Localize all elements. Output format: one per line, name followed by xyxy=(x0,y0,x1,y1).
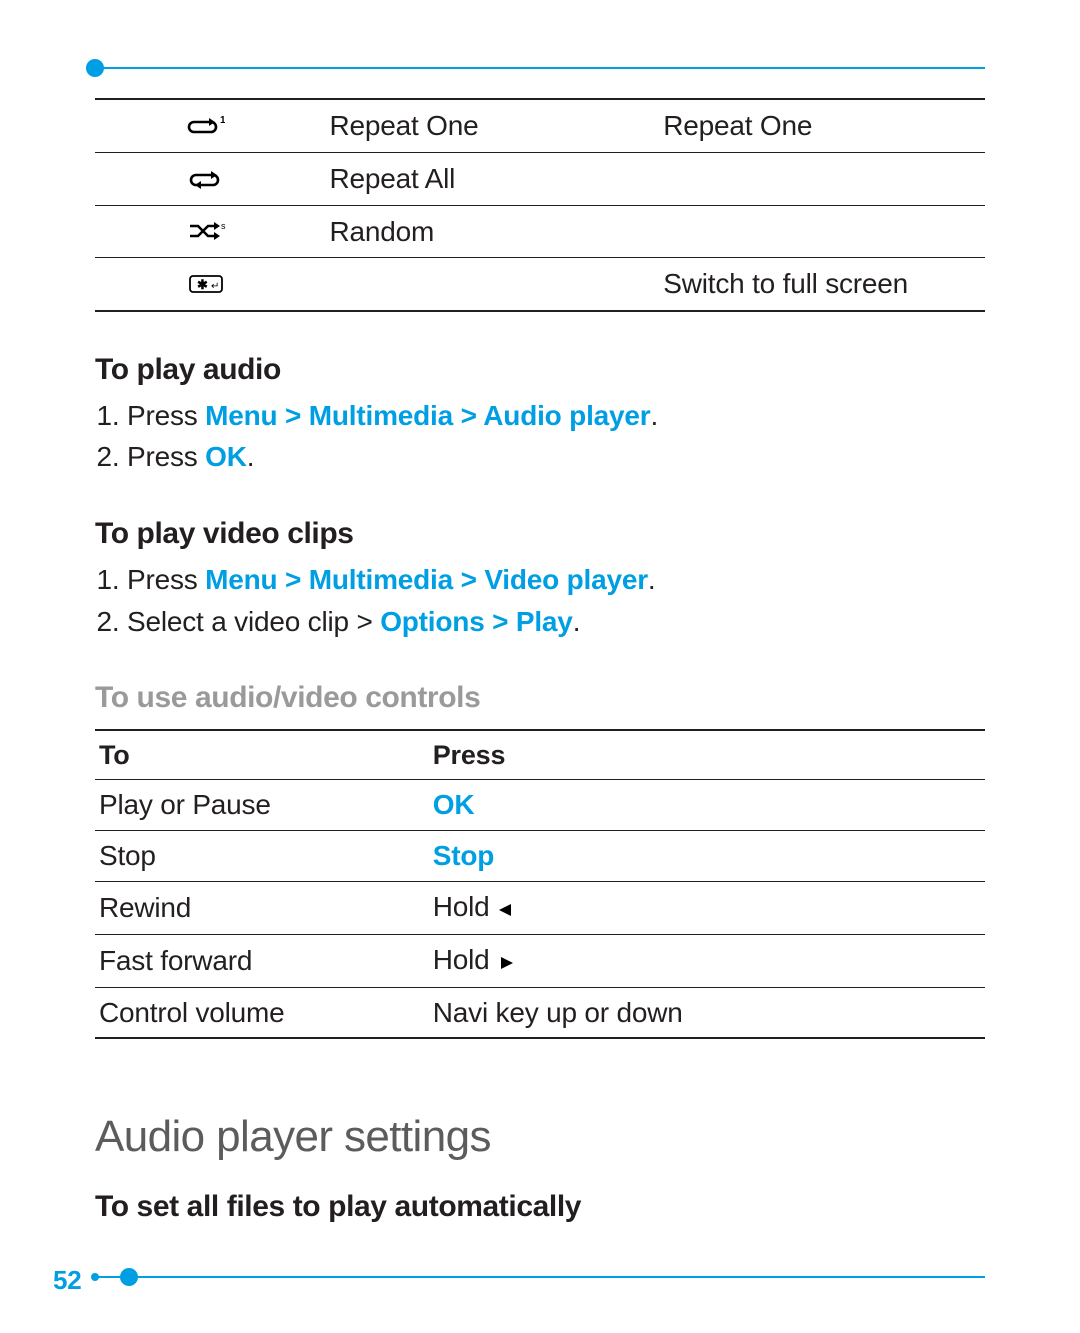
table-row: s Random xyxy=(95,205,985,258)
mode-extra: Repeat One xyxy=(651,99,985,152)
mode-extra xyxy=(651,205,985,258)
repeat-all-icon xyxy=(107,165,306,193)
control-key: Stop xyxy=(429,831,985,882)
mode-label: Repeat All xyxy=(318,152,652,205)
heading-controls: To use audio/video controls xyxy=(95,678,985,719)
page-footer: 52 xyxy=(0,1267,1080,1287)
svg-text:s: s xyxy=(221,221,226,231)
svg-text:✱: ✱ xyxy=(197,277,208,292)
table-row: Repeat All xyxy=(95,152,985,205)
steps-play-audio: Press Menu > Multimedia > Audio player. … xyxy=(127,397,985,477)
playback-modes-table: 1 Repeat One Repeat One Repeat All xyxy=(95,98,985,312)
control-action: Play or Pause xyxy=(95,780,429,831)
step-prefix: Press xyxy=(127,441,205,472)
hold-label: Hold xyxy=(433,944,497,975)
step: Select a video clip > Options > Play. xyxy=(127,603,985,641)
control-key: Hold xyxy=(429,934,985,987)
triangle-right-icon xyxy=(497,943,515,981)
hold-label: Hold xyxy=(433,891,497,922)
step-suffix: . xyxy=(573,606,581,637)
table-row: ✱ ↵ Switch to full screen xyxy=(95,258,985,311)
heading-play-video: To play video clips xyxy=(95,514,985,555)
control-key: Hold xyxy=(429,881,985,934)
table-header-row: To Press xyxy=(95,730,985,780)
key-label: OK xyxy=(433,789,475,820)
page-number: 52 xyxy=(53,1263,82,1298)
step-suffix: . xyxy=(648,564,656,595)
menu-path: OK xyxy=(205,441,247,472)
repeat-one-icon: 1 xyxy=(107,112,306,140)
heading-play-audio: To play audio xyxy=(95,350,985,391)
step-prefix: Select a video clip > xyxy=(127,606,380,637)
manual-page: 1 Repeat One Repeat One Repeat All xyxy=(0,0,1080,1333)
control-action: Stop xyxy=(95,831,429,882)
table-row: Stop Stop xyxy=(95,831,985,882)
svg-text:↵: ↵ xyxy=(211,281,219,292)
table-row: Fast forward Hold xyxy=(95,934,985,987)
header-rule xyxy=(95,67,985,69)
control-action: Control volume xyxy=(95,987,429,1038)
table-row: Control volume Navi key up or down xyxy=(95,987,985,1038)
col-header-to: To xyxy=(95,730,429,780)
step: Press Menu > Multimedia > Audio player. xyxy=(127,397,985,435)
table-row: Rewind Hold xyxy=(95,881,985,934)
random-icon: s xyxy=(107,218,306,244)
mode-extra: Switch to full screen xyxy=(651,258,985,311)
step-prefix: Press xyxy=(127,564,205,595)
mode-label xyxy=(318,258,652,311)
heading-autoplay: To set all files to play automatically xyxy=(95,1187,985,1228)
star-key-icon: ✱ ↵ xyxy=(107,270,306,298)
step: Press OK. xyxy=(127,438,985,476)
step-suffix: . xyxy=(247,441,255,472)
triangle-left-icon xyxy=(497,890,515,928)
controls-table: To Press Play or Pause OK Stop Stop Rewi… xyxy=(95,729,985,1039)
table-row: 1 Repeat One Repeat One xyxy=(95,99,985,152)
menu-path: Options > Play xyxy=(380,606,572,637)
mode-label: Random xyxy=(318,205,652,258)
steps-play-video: Press Menu > Multimedia > Video player. … xyxy=(127,561,985,641)
footer-rule xyxy=(95,1276,985,1278)
control-action: Rewind xyxy=(95,881,429,934)
mode-label: Repeat One xyxy=(318,99,652,152)
section-title: Audio player settings xyxy=(95,1107,985,1166)
header-divider xyxy=(0,58,1080,78)
menu-path: Menu > Multimedia > Video player xyxy=(205,564,648,595)
control-key: Navi key up or down xyxy=(429,987,985,1038)
mode-extra xyxy=(651,152,985,205)
key-label: Stop xyxy=(433,840,494,871)
table-row: Play or Pause OK xyxy=(95,780,985,831)
step: Press Menu > Multimedia > Video player. xyxy=(127,561,985,599)
control-key: OK xyxy=(429,780,985,831)
svg-text:1: 1 xyxy=(220,115,225,126)
control-action: Fast forward xyxy=(95,934,429,987)
step-suffix: . xyxy=(650,400,658,431)
step-prefix: Press xyxy=(127,400,205,431)
col-header-press: Press xyxy=(429,730,985,780)
menu-path: Menu > Multimedia > Audio player xyxy=(205,400,650,431)
